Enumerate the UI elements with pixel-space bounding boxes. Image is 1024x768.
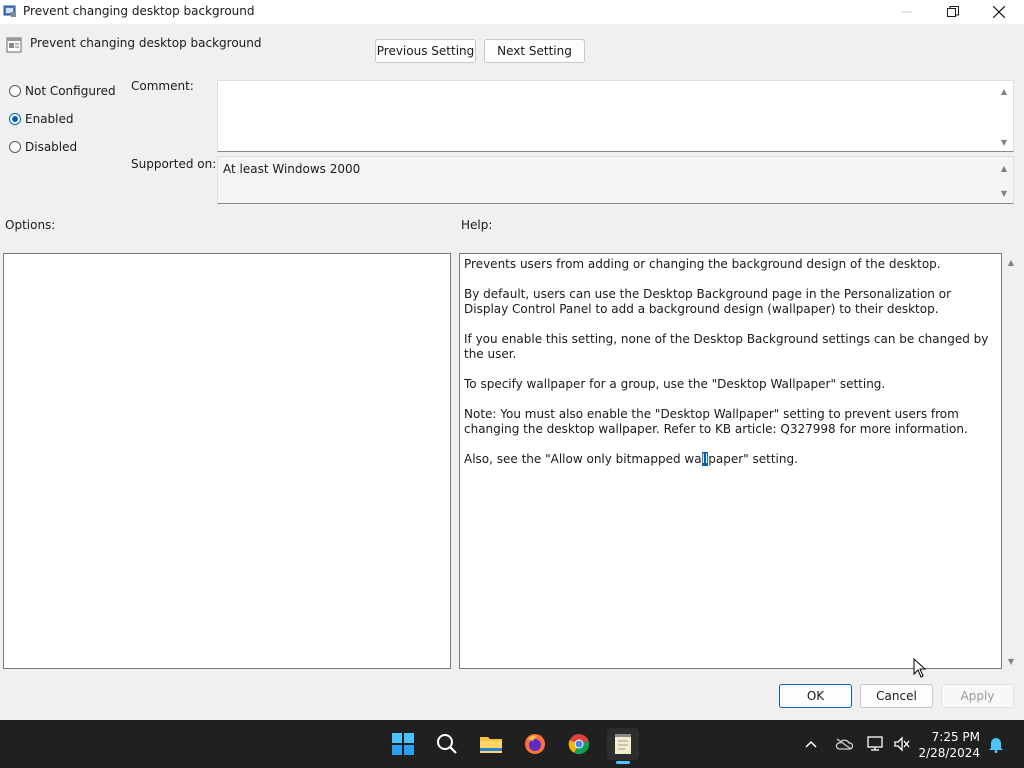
cloud-offline-icon [835,738,853,750]
help-text-before: Also, see the "Allow only bitmapped wa [464,452,702,466]
help-paragraph: If you enable this setting, none of the … [464,332,989,361]
start-icon [392,733,414,755]
radio-enabled[interactable]: Enabled [9,112,74,126]
volume-button[interactable] [888,728,916,760]
help-text-after: paper" setting. [708,452,798,466]
taskbar-clock[interactable]: 7:25 PM 2/28/2024 [918,729,980,761]
help-text: Prevents users from adding or changing t… [460,254,1001,485]
radio-not-configured[interactable]: Not Configured [9,84,116,98]
comment-scroll-down-icon[interactable]: ▼ [999,137,1009,147]
search-icon [437,734,457,754]
help-paragraph: By default, users can use the Desktop Ba… [464,287,952,316]
active-app-indicator [616,761,630,764]
help-scroll-up-icon[interactable]: ▲ [1006,257,1016,267]
options-panel [3,253,451,669]
help-paragraph: To specify wallpaper for a group, use th… [464,377,886,391]
chrome-button[interactable] [563,728,595,760]
supported-scroll-down-icon[interactable]: ▼ [999,188,1009,198]
setting-title: Prevent changing desktop background [30,36,262,50]
radio-circle[interactable] [9,141,21,153]
radio-label: Not Configured [25,84,116,98]
help-paragraph: Note: You must also enable the "Desktop … [464,407,968,436]
clock-date: 2/28/2024 [918,746,980,760]
bell-icon [989,738,1003,753]
radio-label: Disabled [25,140,78,154]
speaker-muted-icon [894,736,910,752]
radio-circle[interactable] [9,85,21,97]
radio-disabled[interactable]: Disabled [9,140,77,154]
comment-label: Comment: [131,79,194,93]
comment-input[interactable] [217,80,1014,152]
notifications-button[interactable] [984,728,1008,760]
firefox-button[interactable] [519,728,551,760]
radio-circle-selected[interactable] [9,113,21,125]
close-button[interactable] [976,0,1022,24]
minimize-icon [902,11,912,13]
help-paragraph: Prevents users from adding or changing t… [464,257,941,271]
mouse-cursor-icon [913,658,927,678]
options-label: Options: [5,218,56,232]
help-panel[interactable]: Prevents users from adding or changing t… [459,253,1002,669]
network-button[interactable] [862,728,890,760]
onedrive-button[interactable] [830,728,858,760]
help-label: Help: [461,218,493,232]
supported-on-field: At least Windows 2000 [217,156,1014,204]
notepad-button[interactable] [607,728,639,760]
supported-scroll-up-icon[interactable]: ▲ [999,163,1009,173]
notepad-icon [615,734,631,754]
chevron-up-icon [805,740,817,748]
start-button[interactable] [387,728,419,760]
help-paragraph-last: Also, see the "Allow only bitmapped wall… [464,452,997,467]
network-icon [867,736,883,751]
restore-icon [947,6,959,17]
search-button[interactable] [431,728,463,760]
file-explorer-button[interactable] [475,728,507,760]
window-title: Prevent changing desktop background [23,4,255,18]
show-hidden-icons-button[interactable] [797,728,825,760]
comment-text [218,81,1013,89]
previous-setting-button[interactable]: Previous Setting [375,39,476,63]
restore-button[interactable] [930,0,976,24]
file-explorer-icon [480,737,502,753]
supported-on-label: Supported on: [131,157,217,171]
next-setting-button[interactable]: Next Setting [484,39,585,63]
group-policy-icon [3,5,16,17]
supported-on-value: At least Windows 2000 [223,162,361,176]
apply-button[interactable]: Apply [941,684,1014,708]
help-scroll-down-icon[interactable]: ▼ [1006,656,1016,666]
ok-button[interactable]: OK [779,684,852,708]
chrome-icon [568,734,590,755]
firefox-icon [525,734,545,754]
radio-label: Enabled [25,112,74,126]
minimize-button[interactable] [884,0,930,24]
close-icon [993,6,1005,18]
comment-scroll-up-icon[interactable]: ▲ [999,86,1009,96]
setting-icon [6,37,22,53]
cancel-button[interactable]: Cancel [860,684,933,708]
clock-time: 7:25 PM [931,730,980,744]
